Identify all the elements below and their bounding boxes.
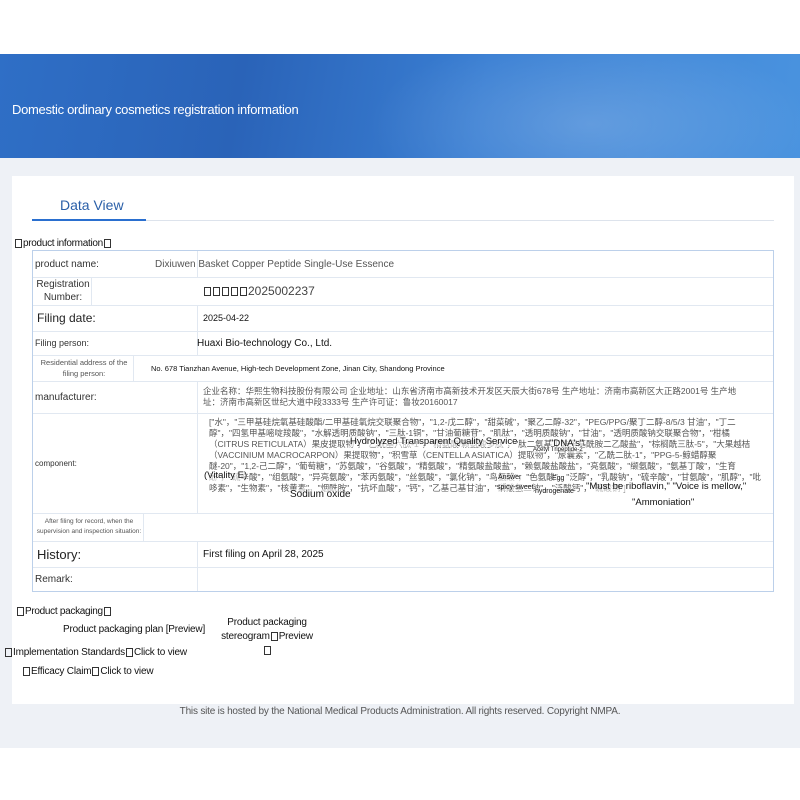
row-product-name: product name: Dixiuwen Basket Copper Pep… (33, 251, 773, 278)
glyph-box-icon (240, 286, 247, 296)
overlay-hydrogenate: hydrogenate (535, 488, 574, 495)
overlay-riboflavin: "Must be riboflavin," "Voice is mellow," (586, 481, 747, 492)
overlay-ammoniation: "Ammoniation" (632, 497, 695, 508)
glyph-box-icon (204, 286, 211, 296)
section-product-packaging: Product packaging (16, 606, 112, 617)
bracket-open-icon (17, 606, 24, 616)
value-manufacturer: 企业名称：华熙生物科技股份有限公司 企业地址：山东省济南市高新技术开发区天辰大街… (203, 386, 737, 407)
product-info-table: product name: Dixiuwen Basket Copper Pep… (32, 250, 774, 592)
bracket-close-icon (92, 666, 100, 676)
footer-copyright: This site is hosted by the National Medi… (179, 706, 621, 717)
stereogram-preview-link[interactable]: Preview (279, 631, 313, 642)
value-product-name: Dixiuwen Basket Copper Peptide Single-Us… (155, 258, 395, 270)
implementation-standards-row: Implementation Standards Click to view (4, 647, 187, 658)
tab-data-view[interactable]: Data View (60, 197, 124, 213)
label-residential-address: Residential address of the filing person… (33, 355, 134, 381)
label-after-filing: After filing for record, when the superv… (33, 513, 144, 541)
value-remark (199, 567, 773, 591)
bracket-open-icon (5, 647, 12, 657)
overlay-hydrolyzed: Hydrolyzed Transparent Quality Service (350, 436, 518, 447)
bracket-close-icon (103, 606, 111, 616)
packaging-plan-preview-link[interactable]: Product packaging plan [Preview] (63, 624, 205, 635)
row-filing-date: Filing date: 2025-04-22 (33, 305, 773, 332)
value-after-filing (199, 513, 773, 541)
label-component: component: (33, 413, 198, 513)
implementation-click-to-view-link[interactable]: Click to view (134, 647, 187, 658)
label-remark: Remark: (33, 567, 198, 591)
value-history: First filing on April 28, 2025 (203, 548, 324, 560)
label-manufacturer: manufacturer: (33, 381, 198, 413)
bracket-open-icon (270, 631, 278, 641)
label-history: History: (33, 541, 198, 567)
row-filing-person: Filing person: Huaxi Bio-technology Co.,… (33, 331, 773, 356)
efficacy-claim-row: Efficacy Claim Click to view (22, 666, 154, 677)
tab-active-indicator (32, 219, 146, 221)
row-manufacturer: manufacturer: 企业名称：华熙生物科技股份有限公司 企业地址：山东省… (33, 381, 773, 414)
value-filing-date: 2025-04-22 (203, 313, 250, 323)
label-filing-date: Filing date: (33, 305, 198, 331)
bracket-close-icon (103, 238, 111, 248)
overlay-sodium: Sodium oxide (290, 489, 351, 500)
row-registration-number: Registration Number: 2025002237 (33, 277, 773, 306)
banner-title: Domestic ordinary cosmetics registration… (12, 102, 299, 117)
tab-divider (146, 220, 774, 221)
label-filing-person: Filing person: (33, 331, 198, 355)
row-history: History: First filing on April 28, 2025 (33, 541, 773, 568)
packaging-stereogram: Product packaging stereogram Preview (219, 616, 315, 658)
bracket-close-icon (263, 645, 271, 655)
glyph-box-icon (222, 286, 229, 296)
efficacy-click-to-view-link[interactable]: Click to view (100, 666, 153, 677)
overlay-vitality: (Vitality E) (204, 470, 248, 481)
row-residential-address: Residential address of the filing person… (33, 355, 773, 382)
overlay-spicy: spicy-sweet (497, 484, 534, 491)
value-residential-address: No. 678 Tianzhan Avenue, High-tech Devel… (151, 363, 445, 373)
value-filing-person: Huaxi Bio-technology Co., Ltd. (197, 337, 333, 349)
glyph-box-icon (213, 286, 220, 296)
value-registration-number: 2025002237 (199, 277, 773, 305)
bracket-open-icon (23, 666, 30, 676)
label-registration-number: Registration Number: (33, 277, 92, 305)
bracket-open-icon (15, 238, 22, 248)
overlay-answer: Answer (498, 474, 522, 481)
row-after-filing: After filing for record, when the superv… (33, 513, 773, 542)
bracket-close-icon (125, 647, 133, 657)
overlay-egg: Egg (552, 475, 565, 482)
row-remark: Remark: (33, 567, 773, 591)
glyph-box-icon (231, 286, 238, 296)
section-product-information: product information (14, 238, 112, 249)
overlay-acetyl: Acetyl Tripeptide-2 (533, 447, 583, 453)
